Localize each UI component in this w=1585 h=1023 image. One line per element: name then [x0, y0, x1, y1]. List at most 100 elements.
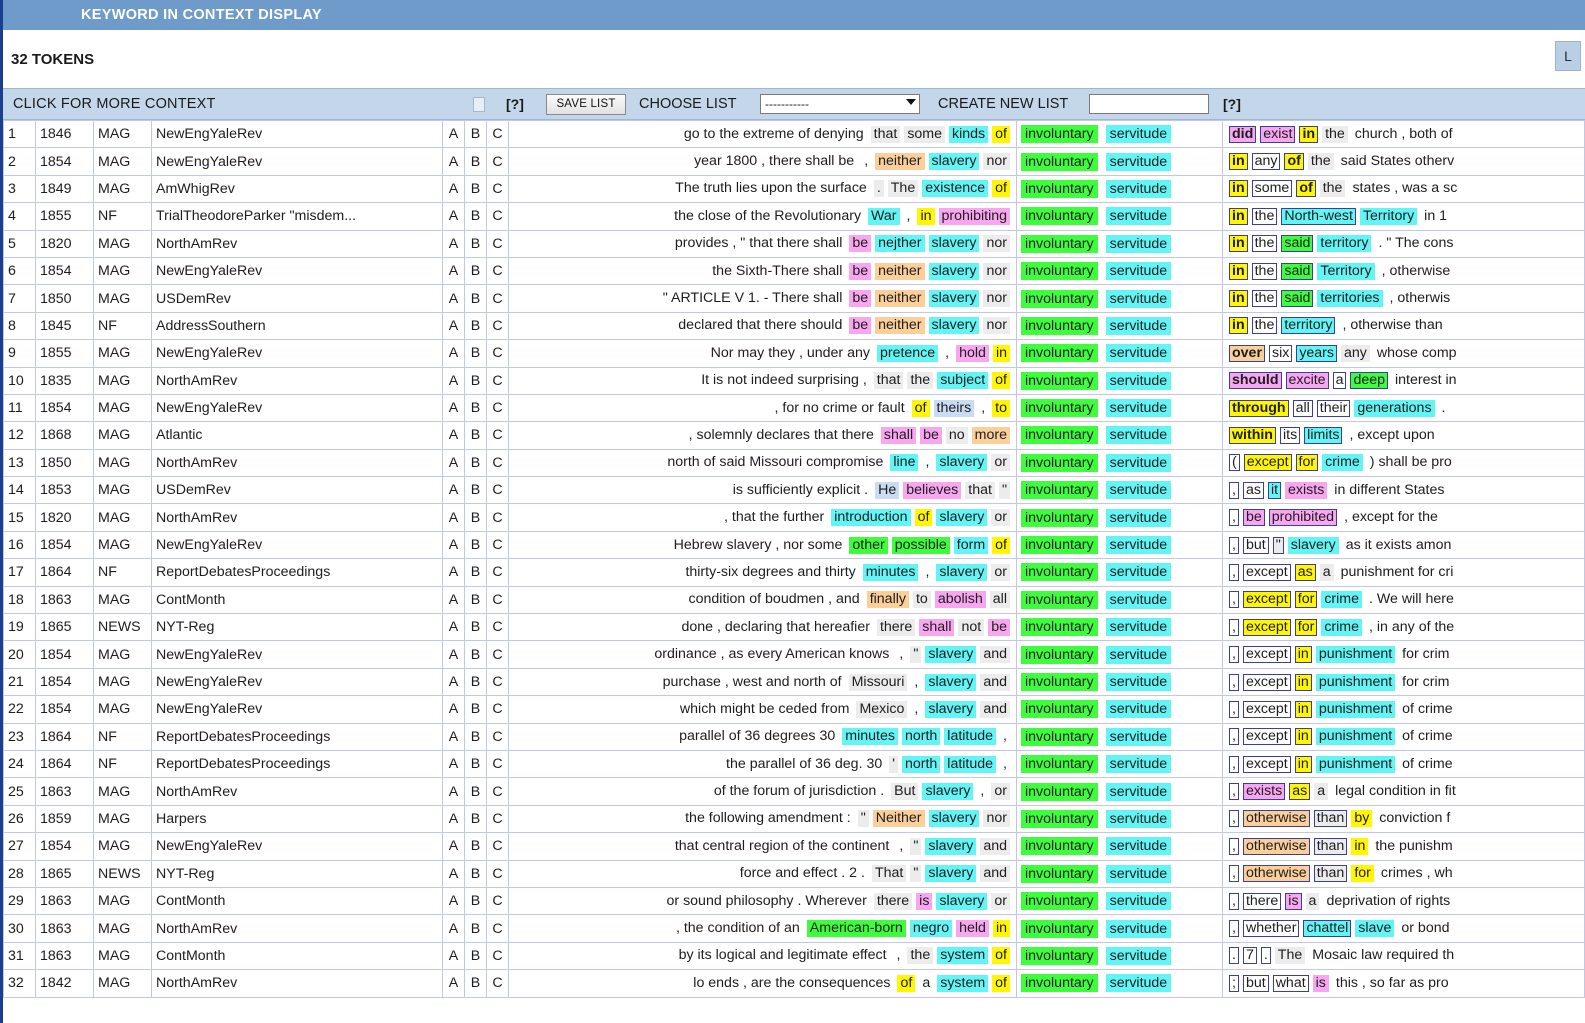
right-token-1[interactable]: whether — [1242, 920, 1300, 938]
right-token-0[interactable]: in — [1229, 290, 1248, 308]
keyword-primary[interactable]: involuntary — [1021, 399, 1098, 418]
keyword-secondary[interactable]: servitude — [1105, 371, 1172, 390]
right-token-1[interactable]: the — [1251, 235, 1278, 253]
right-token-3[interactable]: for — [1351, 865, 1374, 883]
row-link-a[interactable]: A — [442, 695, 465, 724]
right-token-3[interactable]: a — [1314, 783, 1329, 801]
left-token-0[interactable]: condition of boudmen , and — [686, 591, 863, 608]
left-token-3[interactable]: no — [945, 426, 968, 444]
table-row[interactable]: 2 1854 MAG NewEngYaleRev A B Cyear 1800 , ther… — [3, 147, 1585, 176]
keyword-primary[interactable]: involuntary — [1021, 536, 1098, 555]
help-icon-1[interactable]: [?] — [506, 96, 524, 112]
row-link-b[interactable]: B — [464, 585, 487, 615]
left-token-0[interactable]: declared that there should — [675, 317, 845, 334]
keyword-primary[interactable]: involuntary — [1021, 864, 1098, 883]
row-link-b[interactable]: B — [464, 311, 487, 341]
left-token-1[interactable]: introduction — [831, 509, 911, 527]
right-token-0[interactable]: ; — [1229, 974, 1239, 992]
keyword-primary[interactable]: involuntary — [1021, 453, 1098, 472]
left-token-1[interactable]: that — [870, 125, 901, 143]
left-token-2[interactable]: neither — [875, 317, 925, 335]
left-token-2[interactable]: believes — [903, 481, 962, 499]
right-token-4[interactable]: . " The cons — [1375, 235, 1456, 252]
left-token-2[interactable]: negro — [909, 920, 953, 938]
right-token-1[interactable]: any — [1251, 153, 1281, 171]
row-source[interactable]: NewEngYaleRev — [151, 667, 443, 697]
keyword-secondary[interactable]: servitude — [1105, 344, 1172, 363]
left-token-3[interactable]: held — [956, 920, 989, 938]
right-token-0[interactable]: , — [1229, 783, 1239, 801]
right-token-3[interactable]: the — [1322, 125, 1348, 143]
left-token-1[interactable]: minutes — [842, 728, 898, 746]
right-token-3[interactable]: punishment — [1315, 673, 1396, 691]
right-token-0[interactable]: , — [1229, 563, 1239, 581]
keyword-primary[interactable]: involuntary — [1021, 919, 1098, 938]
left-token-1[interactable]: , — [894, 947, 904, 964]
left-token-0[interactable]: parallel of 36 degrees 30 — [676, 728, 838, 745]
right-token-4[interactable]: . We will here — [1366, 591, 1457, 608]
table-row[interactable]: 26 1859 MAG Harpers A B Cthe following amendme… — [3, 804, 1585, 834]
right-token-3[interactable]: slave — [1355, 920, 1395, 938]
left-token-4[interactable]: and — [980, 646, 1010, 664]
left-token-3[interactable]: kinds — [949, 125, 989, 143]
row-link-b[interactable]: B — [464, 229, 487, 258]
left-token-1[interactable]: ' — [889, 755, 898, 773]
right-token-2[interactable]: chattel — [1303, 920, 1352, 938]
left-token-0[interactable]: , the condition of an — [673, 920, 803, 937]
left-token-4[interactable]: or — [991, 509, 1010, 527]
row-link-c[interactable]: C — [486, 284, 509, 313]
right-token-3[interactable]: in — [1351, 837, 1369, 855]
row-link-c[interactable]: C — [486, 256, 509, 286]
row-link-b[interactable]: B — [464, 749, 487, 779]
right-token-0[interactable]: , — [1229, 892, 1239, 910]
left-token-4[interactable]: , — [1000, 728, 1010, 745]
right-token-3[interactable]: a — [1305, 892, 1320, 910]
right-token-1[interactable]: be — [1242, 509, 1265, 527]
row-link-c[interactable]: C — [486, 640, 509, 669]
left-token-2[interactable]: possible — [891, 536, 950, 554]
row-link-b[interactable]: B — [464, 503, 487, 532]
table-row[interactable]: 27 1854 MAG NewEngYaleRev A B Cthat central re… — [3, 832, 1585, 861]
right-token-1[interactable]: except — [1242, 591, 1291, 609]
left-token-2[interactable]: of — [914, 509, 933, 527]
row-link-c[interactable]: C — [486, 859, 509, 888]
left-token-2[interactable]: , — [922, 564, 932, 581]
keyword-primary[interactable]: involuntary — [1021, 892, 1098, 911]
keyword-primary[interactable]: involuntary — [1021, 179, 1098, 198]
row-link-a[interactable]: A — [442, 503, 465, 532]
left-token-0[interactable]: by its logical and legitimate effect — [676, 947, 890, 964]
keyword-primary[interactable]: involuntary — [1021, 508, 1098, 527]
keyword-secondary[interactable]: servitude — [1105, 207, 1172, 226]
left-token-1[interactable]: Missouri — [848, 673, 908, 691]
left-token-1[interactable]: But — [891, 783, 919, 801]
right-token-1[interactable]: except — [1242, 673, 1291, 691]
left-token-3[interactable]: system — [937, 974, 989, 992]
left-token-0[interactable]: The truth lies upon the surface — [672, 180, 870, 197]
right-token-0[interactable]: should — [1229, 372, 1282, 390]
table-row[interactable]: 22 1854 MAG NewEngYaleRev A B Cwhich might be … — [3, 695, 1585, 724]
left-token-3[interactable]: slavery — [925, 646, 977, 664]
right-token-2[interactable]: as — [1289, 783, 1311, 801]
row-link-c[interactable]: C — [486, 667, 509, 697]
left-token-4[interactable]: nor — [983, 153, 1010, 171]
row-link-a[interactable]: A — [442, 777, 465, 806]
left-token-0[interactable]: the following amendment : — [682, 810, 854, 827]
table-row[interactable]: 18 1863 MAG ContMonth A B Ccondition of boudme… — [3, 585, 1585, 615]
row-link-a[interactable]: A — [442, 640, 465, 669]
right-token-1[interactable]: except — [1242, 646, 1291, 664]
row-link-c[interactable]: C — [486, 749, 509, 779]
row-link-c[interactable]: C — [486, 530, 509, 560]
table-row[interactable]: 20 1854 MAG NewEngYaleRev A B Cordinance , as … — [3, 640, 1585, 669]
left-token-4[interactable]: " — [998, 481, 1010, 499]
keyword-secondary[interactable]: servitude — [1105, 426, 1172, 445]
keyword-primary[interactable]: involuntary — [1021, 946, 1098, 965]
context-checkbox[interactable] — [473, 96, 485, 112]
right-token-0[interactable]: . — [1229, 947, 1239, 965]
left-token-3[interactable]: slavery — [925, 673, 977, 691]
right-token-2[interactable]: for — [1295, 454, 1319, 472]
left-token-1[interactable]: War — [868, 207, 900, 225]
row-link-a[interactable]: A — [442, 722, 465, 751]
keyword-secondary[interactable]: servitude — [1105, 262, 1172, 281]
right-token-3[interactable]: deep — [1350, 372, 1389, 390]
row-source[interactable]: NewEngYaleRev — [151, 695, 443, 724]
